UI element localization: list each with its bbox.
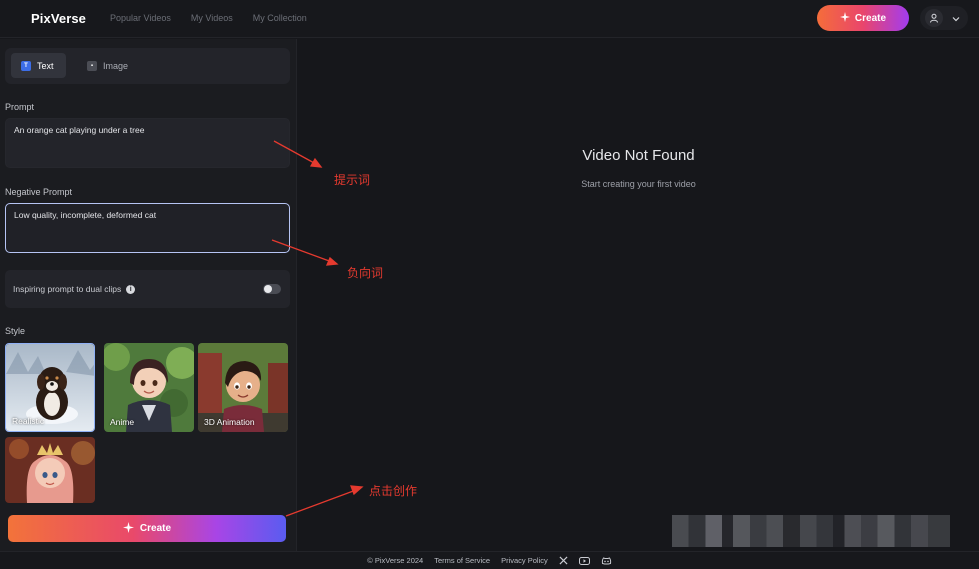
inspire-label: Inspiring prompt to dual clips (13, 284, 122, 294)
toggle-knob (264, 285, 272, 293)
footer-privacy-link[interactable]: Privacy Policy (501, 556, 548, 565)
youtube-icon[interactable] (578, 556, 590, 565)
create-button-label: Create (139, 523, 172, 534)
tab-image[interactable]: ▪ Image (77, 53, 138, 78)
annotation-create: 点击创作 (369, 484, 418, 498)
style-3d-animation[interactable]: 3D Animation (198, 343, 288, 432)
footer-copyright: © PixVerse 2024 (367, 556, 424, 565)
user-menu[interactable] (920, 6, 968, 30)
negative-prompt-input[interactable]: Low quality, incomplete, deformed cat (5, 203, 290, 253)
style-label: Style (5, 326, 26, 336)
style-3d-animation-label: 3D Animation (204, 417, 255, 427)
top-bar: PixVerse Popular Videos My Videos My Col… (0, 0, 979, 38)
creation-panel: T Text ▪ Image Prompt An orange cat play… (0, 39, 297, 551)
tab-text[interactable]: T Text (11, 53, 66, 78)
text-icon: T (21, 60, 31, 71)
sparkle-icon (839, 11, 850, 25)
tab-image-label: Image (103, 60, 129, 71)
video-area: Video Not Found Start creating your firs… (298, 39, 979, 551)
negative-prompt-label: Negative Prompt (5, 187, 73, 197)
sparkle-icon (122, 521, 134, 536)
main-nav: Popular Videos My Videos My Collection (110, 13, 327, 23)
empty-state-title: Video Not Found (582, 147, 695, 164)
empty-state-subtitle: Start creating your first video (581, 179, 696, 189)
pixelated-watermark (672, 515, 950, 547)
style-realistic-label: Realistic (12, 416, 45, 426)
inspire-toggle[interactable] (263, 284, 281, 294)
style-anime-label: Anime (110, 417, 135, 427)
prompt-value: An orange cat playing under a tree (14, 125, 145, 135)
tab-text-label: Text (37, 60, 54, 71)
nav-popular-videos[interactable]: Popular Videos (110, 13, 171, 23)
header-create-label: Create (854, 12, 887, 24)
info-icon[interactable]: i (126, 284, 136, 294)
header-create-button[interactable]: Create (817, 5, 909, 31)
nav-my-collection[interactable]: My Collection (253, 13, 307, 23)
discord-icon[interactable] (601, 556, 612, 565)
style-anime[interactable]: Anime (104, 343, 194, 432)
user-icon (925, 9, 943, 27)
nav-my-videos[interactable]: My Videos (191, 13, 233, 23)
footer-terms-link[interactable]: Terms of Service (434, 556, 490, 565)
prompt-label: Prompt (5, 102, 35, 112)
x-icon[interactable] (559, 556, 568, 565)
create-button[interactable]: Create (8, 515, 286, 542)
annotation-prompt: 提示词 (334, 173, 371, 187)
style-realistic[interactable]: Realistic (5, 343, 95, 432)
image-icon: ▪ (87, 60, 97, 71)
annotation-negative: 负向词 (347, 266, 384, 280)
style-fantasy[interactable] (5, 437, 95, 503)
footer: © PixVerse 2024 Terms of Service Privacy… (0, 551, 979, 569)
mode-tabs: T Text ▪ Image (5, 48, 290, 84)
logo[interactable]: PixVerse (31, 11, 86, 26)
style-fantasy-thumbnail (5, 437, 95, 503)
prompt-input[interactable]: An orange cat playing under a tree (5, 118, 290, 168)
inspire-dual-clips-row: Inspiring prompt to dual clips i (5, 270, 290, 308)
negative-prompt-value: Low quality, incomplete, deformed cat (14, 210, 157, 220)
chevron-down-icon (952, 9, 960, 27)
